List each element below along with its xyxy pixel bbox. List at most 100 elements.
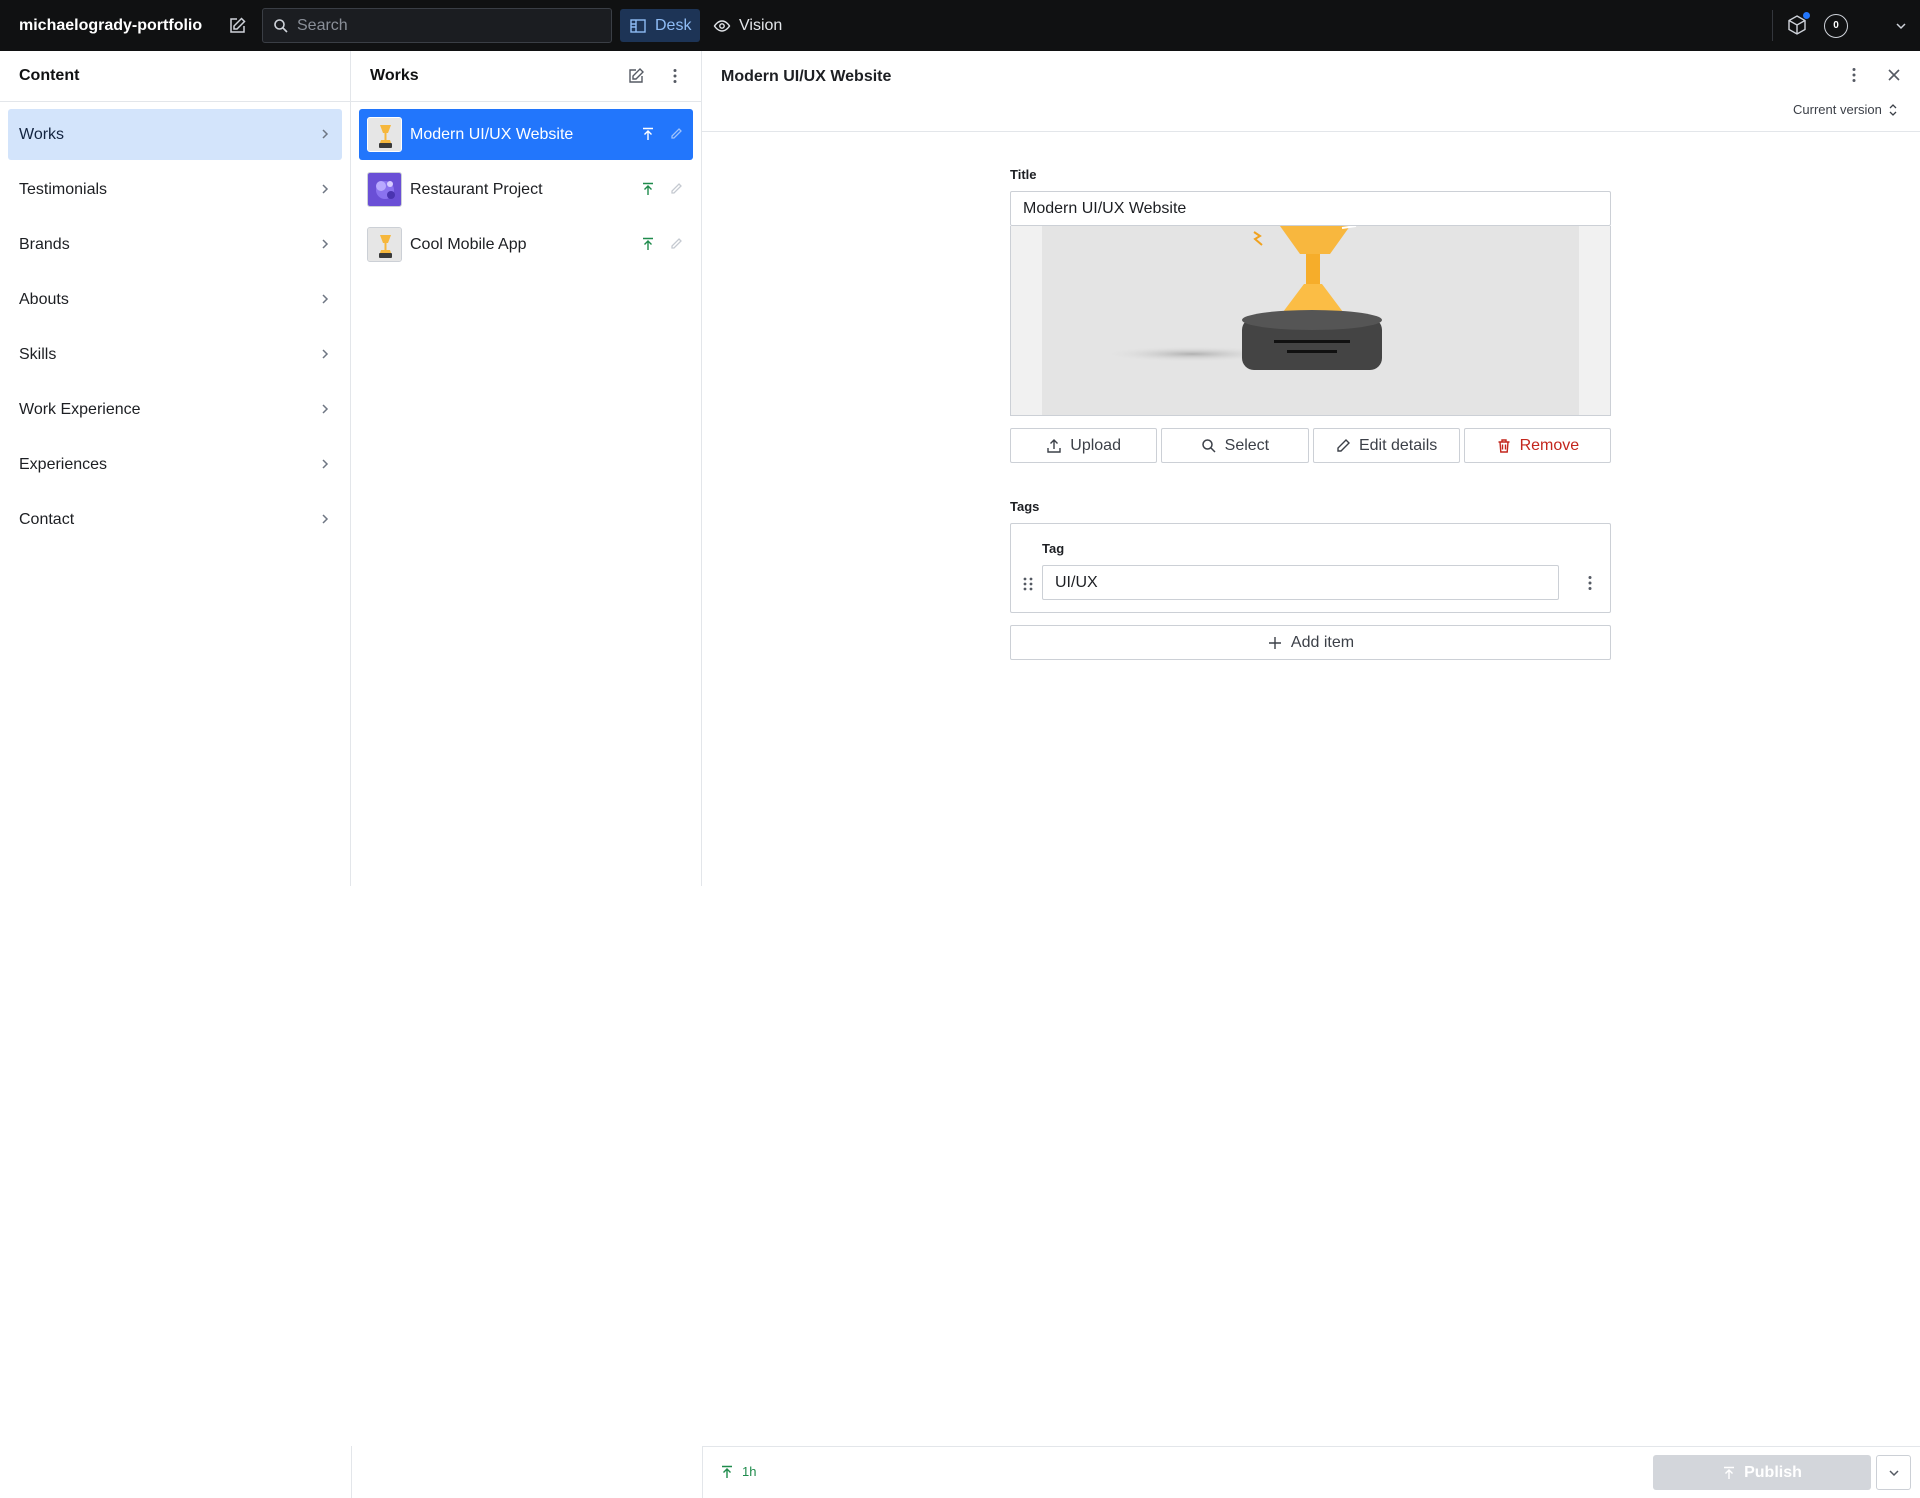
search-input[interactable] xyxy=(297,9,597,42)
image-field[interactable] xyxy=(1010,226,1611,416)
notification-count[interactable]: 0 xyxy=(1824,14,1848,38)
nav-item-testimonials[interactable]: Testimonials xyxy=(8,164,342,215)
chevron-down-icon xyxy=(1887,1466,1901,1480)
drag-handle-icon[interactable] xyxy=(1022,576,1034,592)
nav-item-brands[interactable]: Brands xyxy=(8,219,342,270)
trophy-thumbnail xyxy=(367,227,402,262)
close-icon[interactable] xyxy=(1886,67,1902,83)
publish-icon xyxy=(1722,1466,1736,1480)
upload-button[interactable]: Upload xyxy=(1010,428,1158,463)
chevron-right-icon xyxy=(319,238,331,250)
nav-item-label: Experiences xyxy=(19,455,108,473)
document-title: Cool Mobile App xyxy=(410,235,527,253)
nav-item-experiences[interactable]: Experiences xyxy=(8,439,342,490)
more-vertical-icon[interactable] xyxy=(1580,573,1600,593)
publish-menu-button[interactable] xyxy=(1876,1455,1911,1490)
add-item-button[interactable]: Add item xyxy=(1010,625,1611,660)
content-nav-list: Works Testimonials Brands Abouts Skills … xyxy=(0,102,350,556)
tool-vision[interactable]: Vision xyxy=(704,9,791,42)
published-icon xyxy=(641,182,655,196)
update-dot xyxy=(1803,12,1810,19)
version-selector[interactable]: Current version xyxy=(1793,102,1898,117)
content-pane-title: Content xyxy=(19,67,80,84)
nav-item-abouts[interactable]: Abouts xyxy=(8,274,342,325)
works-document-list: Modern UI/UX Website Restaurant Project … xyxy=(351,102,701,281)
tags-array: Tag UI/UX xyxy=(1010,523,1611,613)
editor-header: Modern UI/UX Website Current version xyxy=(702,51,1920,132)
publish-status-time: 1h xyxy=(742,1464,757,1479)
upload-icon xyxy=(1046,438,1062,454)
nav-item-contact[interactable]: Contact xyxy=(8,494,342,545)
title-field-label: Title xyxy=(1010,167,1037,182)
nav-item-label: Work Experience xyxy=(19,400,141,418)
editor-document-title: Modern UI/UX Website xyxy=(721,68,892,85)
chevron-up-down-icon xyxy=(1888,103,1898,117)
chevron-down-icon[interactable] xyxy=(1894,19,1908,33)
eye-icon xyxy=(713,17,731,35)
create-document-icon[interactable] xyxy=(624,64,648,88)
select-button[interactable]: Select xyxy=(1161,428,1309,463)
tool-desk[interactable]: Desk xyxy=(620,9,701,42)
edit-details-button[interactable]: Edit details xyxy=(1312,428,1460,463)
desk-icon xyxy=(629,17,647,35)
editor-footer: 1h Publish xyxy=(702,1446,1920,1498)
works-pane-header: Works xyxy=(351,51,701,102)
nav-item-label: Testimonials xyxy=(19,180,108,198)
nav-item-label: Contact xyxy=(19,510,75,528)
remove-label: Remove xyxy=(1519,436,1580,454)
nav-item-work-experience[interactable]: Work Experience xyxy=(8,384,342,435)
chevron-right-icon xyxy=(319,128,331,140)
publish-status[interactable]: 1h xyxy=(720,1464,756,1479)
package-icon[interactable] xyxy=(1786,12,1810,36)
chevron-right-icon xyxy=(319,458,331,470)
chevron-right-icon xyxy=(319,348,331,360)
edit-details-label: Edit details xyxy=(1358,436,1438,454)
document-item-restaurant-project[interactable]: Restaurant Project xyxy=(359,164,693,215)
document-item-modern-ui-ux-website[interactable]: Modern UI/UX Website xyxy=(359,109,693,160)
tag-input[interactable]: UI/UX xyxy=(1042,565,1559,600)
title-input[interactable]: Modern UI/UX Website xyxy=(1010,191,1611,226)
document-item-cool-mobile-app[interactable]: Cool Mobile App xyxy=(359,219,693,270)
published-icon xyxy=(641,127,655,141)
works-pane: Works Modern UI/UX Website Restaurant Pr… xyxy=(351,51,702,886)
tool-vision-label: Vision xyxy=(739,16,783,34)
chevron-right-icon xyxy=(319,513,331,525)
add-item-label: Add item xyxy=(1290,633,1355,651)
content-pane-header: Content xyxy=(0,51,350,102)
publish-button[interactable]: Publish xyxy=(1653,1455,1871,1490)
more-vertical-icon[interactable] xyxy=(1844,65,1864,85)
published-icon xyxy=(641,237,655,251)
plus-icon xyxy=(1267,635,1283,651)
tags-field-label: Tags xyxy=(1010,499,1040,514)
edit-status-icon xyxy=(669,182,683,196)
search-icon xyxy=(273,18,289,34)
remove-button[interactable]: Remove xyxy=(1463,428,1611,463)
document-title: Modern UI/UX Website xyxy=(410,125,574,143)
version-label: Current version xyxy=(1793,102,1882,117)
nav-item-skills[interactable]: Skills xyxy=(8,329,342,380)
compose-icon[interactable] xyxy=(225,14,249,38)
purple-abstract-thumbnail xyxy=(367,172,402,207)
divider xyxy=(351,1446,352,1498)
document-form: Title Modern UI/UX Website Upload Select… xyxy=(1010,167,1611,660)
image-actions: Upload Select Edit details Remove xyxy=(1010,428,1611,463)
edit-status-icon xyxy=(669,127,683,141)
document-editor-pane: Modern UI/UX Website Current version Tit… xyxy=(702,51,1920,1498)
upload-label: Upload xyxy=(1070,436,1121,454)
document-title: Restaurant Project xyxy=(410,180,543,198)
tag-item-label: Tag xyxy=(1042,541,1065,556)
project-title[interactable]: michaelogrady-portfolio xyxy=(19,0,202,51)
nav-item-label: Skills xyxy=(19,345,57,363)
image-preview xyxy=(1042,226,1579,415)
edit-status-icon xyxy=(669,237,683,251)
nav-item-works[interactable]: Works xyxy=(8,109,342,160)
publish-label: Publish xyxy=(1744,1463,1802,1481)
more-vertical-icon[interactable] xyxy=(663,64,687,88)
top-bar: michaelogrady-portfolio Desk Vision 0 xyxy=(0,0,1920,51)
trash-icon xyxy=(1496,438,1512,454)
search-box[interactable] xyxy=(262,8,612,43)
content-pane: Content Works Testimonials Brands Abouts… xyxy=(0,51,351,886)
trophy-thumbnail xyxy=(367,117,402,152)
nav-item-label: Works xyxy=(19,125,65,143)
published-icon xyxy=(720,1465,734,1479)
